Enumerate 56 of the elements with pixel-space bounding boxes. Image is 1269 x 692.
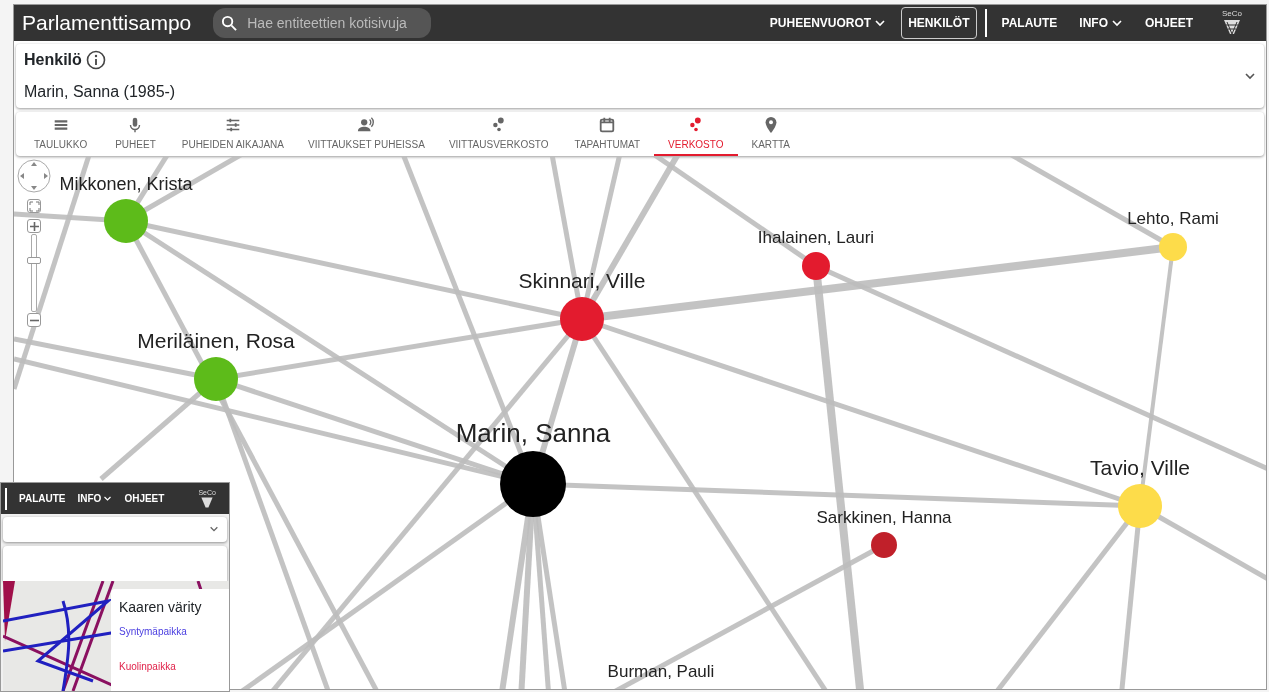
chevron-down-icon bbox=[874, 17, 887, 29]
nav-link[interactable]: PALAUTE bbox=[19, 491, 66, 506]
fullscreen-button[interactable] bbox=[27, 199, 41, 213]
node-label: Ihalainen, Lauri bbox=[757, 228, 875, 247]
logo-text: SeCo bbox=[1222, 10, 1242, 18]
plus-icon bbox=[28, 220, 40, 232]
node-label: Sarkkinen, Hanna bbox=[816, 508, 952, 527]
tab[interactable]: TAPAHTUMAT bbox=[560, 112, 655, 156]
node-label: Burman, Pauli bbox=[607, 662, 715, 681]
info-icon bbox=[85, 50, 106, 70]
nav-link[interactable]: INFO bbox=[1072, 7, 1130, 39]
node-label: Marin, Sanna bbox=[455, 418, 611, 448]
tab[interactable]: PUHEET bbox=[101, 112, 170, 156]
tab[interactable]: PUHEIDEN AIKAJANA bbox=[169, 112, 296, 156]
funnel-logo-icon bbox=[1222, 18, 1242, 36]
chevron-down-icon bbox=[1110, 17, 1123, 29]
network-node[interactable] bbox=[500, 451, 566, 517]
network-node[interactable] bbox=[871, 532, 897, 558]
chevron-down-icon bbox=[1244, 70, 1256, 82]
node-label: Meriläinen, Rosa bbox=[137, 329, 295, 352]
network-node[interactable] bbox=[560, 297, 604, 341]
nav-link[interactable]: OHJEET bbox=[1137, 7, 1200, 39]
entity-name: Marin, Sanna (1985-) bbox=[24, 82, 177, 102]
funnel-logo-icon bbox=[200, 495, 215, 509]
tab[interactable]: TAULUKKO bbox=[20, 112, 102, 156]
app-title: Parlamenttisampo bbox=[22, 10, 192, 37]
node-label: Lehto, Rami bbox=[1127, 209, 1219, 228]
network-node[interactable] bbox=[1118, 484, 1162, 528]
search-icon bbox=[221, 15, 238, 31]
network-node[interactable] bbox=[802, 252, 830, 280]
tab[interactable]: VIITTAUSVERKOSTO bbox=[436, 112, 561, 156]
tab[interactable]: VIITTAUKSET PUHEISSA bbox=[296, 112, 437, 156]
network-node[interactable] bbox=[194, 357, 238, 401]
network-node[interactable] bbox=[104, 199, 148, 243]
node-label: Tavio, Ville bbox=[1090, 456, 1190, 479]
network-node[interactable] bbox=[1159, 233, 1187, 261]
tab[interactable]: VERKOSTO bbox=[654, 112, 738, 156]
zoom-out-button[interactable] bbox=[27, 313, 41, 327]
legend-item: Syntymäpaikka bbox=[119, 625, 188, 639]
node-label: Skinnari, Ville bbox=[518, 269, 646, 292]
fullscreen-icon bbox=[28, 200, 40, 212]
legend-title: Kaaren värity bbox=[119, 598, 203, 617]
entity-type-label: Henkilö bbox=[24, 50, 82, 70]
nav-link[interactable]: INFO bbox=[77, 491, 113, 506]
legend-item: Kuolinpaikka bbox=[119, 660, 177, 674]
nav-link[interactable]: OHJEET bbox=[124, 491, 165, 506]
speaking-person-icon bbox=[356, 116, 377, 134]
tab[interactable]: KARTTA bbox=[737, 112, 805, 156]
zoom-in-button[interactable] bbox=[27, 219, 41, 233]
nav-link[interactable]: PUHEENVUOROT bbox=[762, 7, 894, 39]
search-field[interactable]: Hae entiteettien kotisivuja bbox=[213, 8, 432, 38]
nav-link[interactable]: PALAUTE bbox=[994, 7, 1065, 39]
slider-thumb[interactable] bbox=[27, 257, 41, 265]
chevron-down-icon bbox=[103, 494, 113, 503]
nav-link[interactable]: HENKILÖT bbox=[901, 7, 977, 39]
node-label: Mikkonen, Krista bbox=[59, 174, 193, 194]
